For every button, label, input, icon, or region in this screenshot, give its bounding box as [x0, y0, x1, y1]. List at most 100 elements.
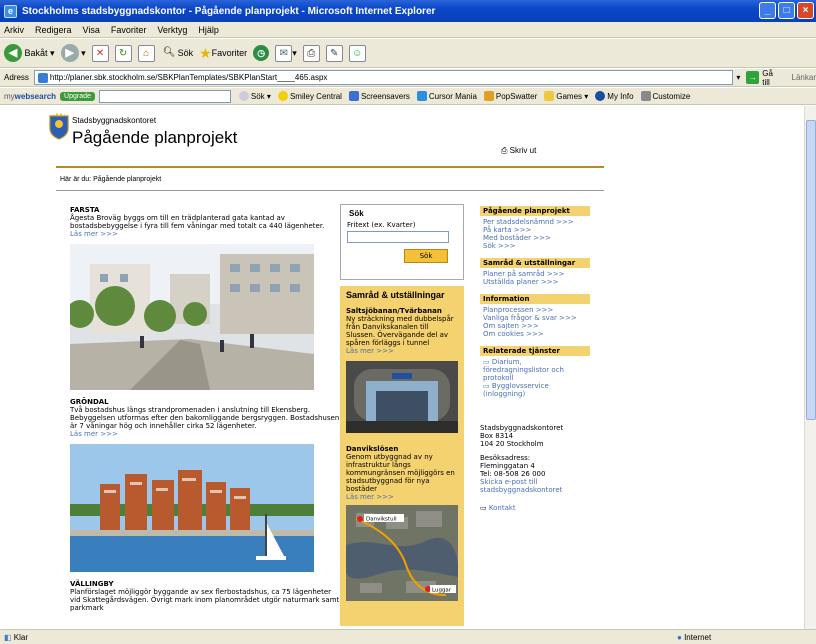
sidebar-heading: Samråd & utställningar — [480, 258, 590, 268]
read-more-link[interactable]: Läs mer >>> — [346, 493, 458, 501]
sidebar-link[interactable]: Per stadsdelsnämnd >>> — [480, 218, 590, 226]
map-label: Luggar — [432, 588, 452, 594]
messenger-icon[interactable]: ☺ — [348, 44, 366, 62]
freetext-search-input[interactable] — [347, 231, 449, 243]
info-icon — [595, 91, 606, 101]
websearch-button[interactable]: Sök ▾ — [238, 91, 271, 101]
home-icon[interactable]: ⌂ — [137, 44, 155, 62]
screensavers-link[interactable]: Screensavers — [348, 91, 410, 101]
back-button[interactable]: ◀ Bakåt ▾ — [4, 42, 55, 64]
stockholm-crest-icon — [49, 113, 69, 140]
popswatter-link[interactable]: PopSwatter — [483, 91, 537, 101]
sidebar-heading: Information — [480, 294, 590, 304]
sidebar-link[interactable]: ▭ Diarium, föredragningslistor och proto… — [480, 358, 590, 382]
contact-org: Stadsbyggnadskontoret — [480, 424, 564, 432]
org-name: Stadsbyggnadskontoret — [72, 116, 157, 125]
sidebar-link[interactable]: Planer på samråd >>> — [480, 270, 590, 278]
farsta-street-image[interactable] — [66, 244, 314, 390]
search-icon: 🔍︎ — [162, 46, 176, 58]
menu-arkiv[interactable]: Arkiv — [4, 25, 24, 35]
smiley-central-link[interactable]: Smiley Central — [277, 91, 342, 101]
websearch-input[interactable] — [98, 89, 231, 103]
window-icon: ▭ — [483, 382, 490, 390]
page-viewport: Stadsbyggnadskontoret Pågående planproje… — [0, 106, 804, 629]
samrad-item-title: Danvikslösen — [346, 445, 399, 453]
read-more-link[interactable]: Läs mer >>> — [70, 430, 342, 438]
go-arrow-icon[interactable]: → — [746, 71, 760, 84]
window-title: Stockholms stadsbyggnadskontor - Pågåend… — [22, 5, 436, 17]
edit-icon[interactable]: ✎ — [325, 44, 343, 62]
contact-phone: Tel: 08-508 26 000 — [480, 470, 546, 478]
project-text: Ågesta Broväg byggs om till en trädplant… — [70, 214, 325, 230]
customize-link[interactable]: Customize — [640, 91, 690, 101]
cursor-mania-link[interactable]: Cursor Mania — [416, 91, 477, 101]
samrad-item-text: Genom utbyggnad av ny infrastruktur läng… — [346, 453, 455, 493]
sidebar-heading: Pågående planprojekt — [480, 206, 590, 216]
sidebar-link[interactable]: Vanliga frågor & svar >>> — [480, 314, 590, 322]
favorites-button[interactable]: ★ Favoriter — [199, 42, 247, 64]
menu-favoriter[interactable]: Favoriter — [111, 25, 147, 35]
menu-bar: Arkiv Redigera Visa Favoriter Verktyg Hj… — [0, 22, 816, 38]
contact-box: Box 8314 — [480, 432, 514, 440]
grondal-waterfront-image[interactable] — [70, 444, 314, 572]
aerial-map-image[interactable]: Danvikstull Luggar — [346, 505, 458, 601]
menu-verktyg[interactable]: Verktyg — [157, 25, 187, 35]
sidebar-link[interactable]: Om sajten >>> — [480, 322, 590, 330]
address-input[interactable]: http://planer.sbk.stockholm.se/SBKPlanTe… — [33, 70, 734, 85]
kontakt-link[interactable]: ▭ Kontakt — [480, 504, 590, 512]
minimize-button[interactable]: _ — [759, 2, 776, 19]
search-button[interactable]: 🔍︎ Sök — [161, 42, 193, 64]
samrad-panel: Samråd & utställningar Saltsjöbanan/Tvär… — [340, 286, 464, 626]
mail-icon[interactable]: ✉ — [275, 44, 293, 62]
sidebar-link[interactable]: Om cookies >>> — [480, 330, 590, 338]
project-title: VÄLLINGBY — [70, 580, 114, 588]
mywebsearch-logo: mywebsearch — [4, 91, 57, 101]
sidebar-link[interactable]: Sök >>> — [480, 242, 590, 250]
back-arrow-icon: ◀ — [4, 44, 22, 62]
go-button[interactable]: Gå till — [762, 69, 782, 87]
games-link[interactable]: Games ▾ — [544, 91, 588, 101]
upgrade-button[interactable]: Upgrade — [60, 91, 95, 101]
links-label[interactable]: Länkar — [792, 73, 816, 82]
sidebar-link[interactable]: Med bostäder >>> — [480, 234, 590, 242]
menu-visa[interactable]: Visa — [83, 25, 100, 35]
project-text: Planförslaget möjliggör byggande av sex … — [70, 588, 340, 612]
my-info-link[interactable]: My Info — [595, 91, 634, 101]
gear-icon — [640, 91, 651, 101]
close-button[interactable]: × — [797, 2, 814, 19]
read-more-link[interactable]: Läs mer >>> — [70, 230, 342, 238]
contact-city: 104 20 Stockholm — [480, 440, 544, 448]
menu-hjalp[interactable]: Hjälp — [198, 25, 219, 35]
history-icon[interactable]: ◷ — [253, 45, 270, 61]
printer-icon: ⎙ — [501, 146, 508, 155]
sidebar-section: Relaterade tjänster ▭ Diarium, föredragn… — [480, 346, 590, 398]
stop-icon[interactable]: ✕ — [91, 44, 109, 62]
subway-station-image[interactable] — [346, 361, 458, 433]
maximize-button[interactable]: □ — [778, 2, 795, 19]
menu-redigera[interactable]: Redigera — [35, 25, 72, 35]
sidebar-link[interactable]: ▭ Bygglovsservice (inloggning) — [480, 382, 590, 398]
refresh-icon[interactable]: ↻ — [114, 44, 132, 62]
breadcrumb: Här är du: Pågående planprojekt — [60, 176, 162, 183]
web-page: Stadsbyggnadskontoret Pågående planproje… — [49, 106, 604, 629]
sidebar-link[interactable]: På karta >>> — [480, 226, 590, 234]
read-more-link[interactable]: Läs mer >>> — [346, 347, 458, 355]
forward-arrow-icon: ▶ — [60, 44, 79, 62]
search-title: Sök — [347, 209, 366, 218]
address-dropdown-icon[interactable]: ▾ — [736, 73, 740, 82]
vertical-scrollbar[interactable] — [804, 106, 816, 629]
search-icon — [238, 91, 249, 101]
email-link[interactable]: Skicka e-post till stadsbyggnadskontoret — [480, 478, 590, 494]
title-bar: e Stockholms stadsbyggnadskontor - Pågåe… — [0, 0, 816, 22]
print-icon[interactable]: ⎙ — [302, 44, 320, 62]
search-label: Fritext (ex. Kvarter) — [347, 221, 416, 229]
print-link[interactable]: ⎙ Skriv ut — [501, 146, 536, 156]
page-done-icon: ◧ — [4, 632, 12, 642]
scrollbar-thumb[interactable] — [806, 120, 816, 420]
search-submit-button[interactable]: Sök — [404, 249, 448, 263]
forward-button[interactable]: ▶ ▾ — [60, 42, 86, 64]
sidebar-link[interactable]: Utställda planer >>> — [480, 278, 590, 286]
games-icon — [544, 91, 555, 101]
sidebar-link[interactable]: Planprocessen >>> — [480, 306, 590, 314]
popswatter-icon — [483, 91, 494, 101]
